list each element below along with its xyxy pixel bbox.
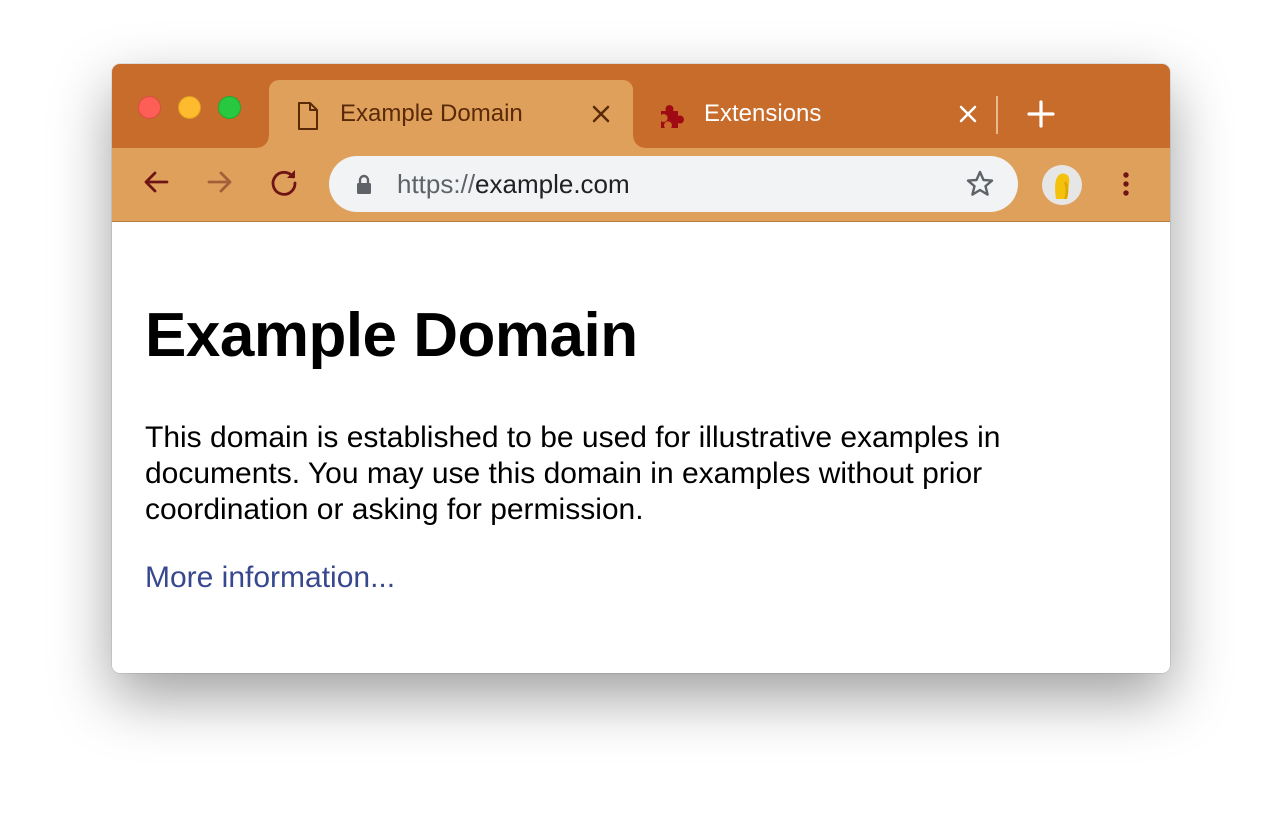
page-heading: Example Domain: [145, 301, 638, 370]
puzzle-icon: [661, 105, 684, 128]
window-minimize-button[interactable]: [178, 96, 201, 119]
more-vert-icon[interactable]: [1114, 168, 1138, 200]
new-tab-icon[interactable]: [1027, 100, 1055, 128]
reload-icon[interactable]: [268, 166, 300, 198]
address-bar[interactable]: https://example.com: [329, 156, 1018, 212]
forward-arrow-icon[interactable]: [204, 166, 236, 198]
avatar-icon: [1055, 173, 1070, 199]
url-scheme: https://: [397, 169, 476, 199]
close-icon[interactable]: [589, 102, 613, 126]
back-arrow-icon[interactable]: [140, 166, 172, 198]
profile-avatar[interactable]: [1042, 165, 1082, 205]
url-text[interactable]: https://example.com: [397, 169, 630, 200]
more-information-link[interactable]: More information...: [145, 560, 395, 596]
tab-title: Example Domain: [340, 100, 523, 127]
close-icon[interactable]: [956, 102, 980, 126]
tab-example-domain[interactable]: Example Domain: [257, 80, 645, 148]
page-content: Example Domain This domain is establishe…: [112, 222, 1170, 673]
tab-title: Extensions: [704, 100, 822, 127]
window-close-button[interactable]: [138, 96, 161, 119]
page-body-text: This domain is established to be used fo…: [145, 421, 1001, 526]
lock-icon: [357, 174, 371, 194]
bookmark-star-icon[interactable]: [965, 169, 995, 199]
tab-separator: [996, 96, 998, 134]
tab-strip: Example Domain Extensions: [112, 64, 1170, 148]
url-host: example.com: [475, 169, 630, 199]
window-maximize-button[interactable]: [218, 96, 241, 119]
browser-window: Example Domain Extensions https://exampl…: [112, 64, 1170, 673]
tab-extensions[interactable]: Extensions: [639, 80, 999, 148]
toolbar: https://example.com: [112, 148, 1170, 222]
page-icon: [298, 102, 318, 130]
